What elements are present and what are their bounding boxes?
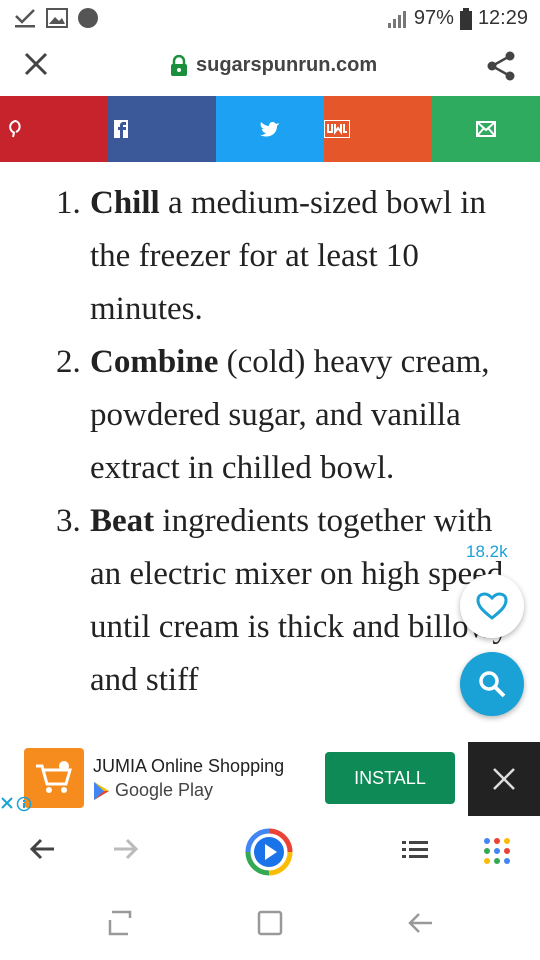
recipe-instructions: 1. Chill a medium-sized bowl in the free… — [0, 162, 540, 742]
ad-close-small-icon — [1, 797, 13, 809]
ad-store-label: Google Play — [115, 780, 214, 800]
twitter-share-button[interactable] — [216, 96, 324, 162]
step-number: 3. — [56, 503, 81, 539]
yummly-share-button[interactable] — [324, 96, 432, 162]
instructions-list: 1. Chill a medium-sized bowl in the free… — [0, 177, 540, 707]
close-icon[interactable] — [22, 50, 50, 78]
play-icon[interactable] — [245, 828, 293, 876]
battery-icon — [459, 7, 472, 30]
google-play-icon — [94, 781, 109, 800]
app-logo[interactable] — [24, 748, 84, 808]
system-navigation-bar — [0, 888, 540, 960]
home-icon[interactable] — [256, 908, 284, 938]
battery-percent: 97% — [413, 7, 454, 29]
search-icon — [479, 671, 506, 698]
social-share-bar — [0, 96, 540, 162]
pinterest-icon — [9, 120, 21, 138]
email-icon — [476, 121, 496, 137]
favorites-count: 18.2k — [466, 542, 508, 561]
twitter-icon — [260, 122, 279, 137]
share-icon[interactable] — [486, 50, 518, 82]
apps-grid-icon[interactable] — [482, 836, 512, 866]
forward-arrow-icon[interactable] — [110, 834, 140, 864]
close-icon — [493, 768, 515, 790]
heart-icon — [476, 592, 508, 620]
step-verb: Combine — [90, 344, 219, 380]
status-bar: 97% 12:29 — [0, 0, 540, 38]
notification-icons — [14, 8, 98, 28]
url-display[interactable]: sugarspunrun.com — [170, 54, 377, 77]
install-button[interactable]: INSTALL — [325, 752, 455, 804]
back-arrow-icon[interactable] — [28, 834, 58, 864]
ad-store: Google Play — [93, 780, 213, 801]
ad-banner: JUMIA Online Shopping Google Play INSTAL… — [0, 742, 540, 816]
list-item: 3. Beat ingredients together with an ele… — [0, 495, 540, 707]
favorite-button[interactable] — [460, 574, 524, 638]
back-icon[interactable] — [406, 908, 434, 938]
signal-icon — [387, 10, 406, 28]
checkmark-download-icon — [15, 9, 35, 28]
info-icon — [16, 796, 32, 812]
yummly-icon — [324, 120, 350, 138]
step-verb: Chill — [90, 185, 160, 221]
custom-tab-toolbar: sugarspunrun.com — [0, 38, 540, 96]
ad-title[interactable]: JUMIA Online Shopping — [93, 756, 284, 777]
list-item: 1. Chill a medium-sized bowl in the free… — [0, 177, 540, 336]
adchoices-badge[interactable] — [0, 796, 32, 812]
step-verb: Beat — [90, 503, 155, 539]
step-number: 2. — [56, 344, 81, 380]
url-domain: sugarspunrun.com — [196, 54, 378, 76]
pinterest-share-button[interactable] — [0, 96, 108, 162]
recent-apps-icon[interactable] — [106, 908, 134, 938]
step-number: 1. — [56, 185, 81, 221]
menu-list-icon[interactable] — [400, 834, 430, 864]
list-item: 2. Combine (cold) heavy cream, powdered … — [0, 336, 540, 495]
ad-close-button[interactable] — [468, 742, 540, 816]
clock: 12:29 — [477, 7, 528, 29]
shopping-cart-icon — [36, 761, 72, 793]
search-button[interactable] — [460, 652, 524, 716]
lock-icon — [171, 54, 187, 76]
email-share-button[interactable] — [432, 96, 540, 162]
browser-toolbar — [0, 816, 540, 888]
facebook-share-button[interactable] — [108, 96, 216, 162]
notification-dot-icon — [78, 8, 98, 28]
facebook-icon — [114, 120, 128, 138]
image-icon — [46, 8, 68, 28]
